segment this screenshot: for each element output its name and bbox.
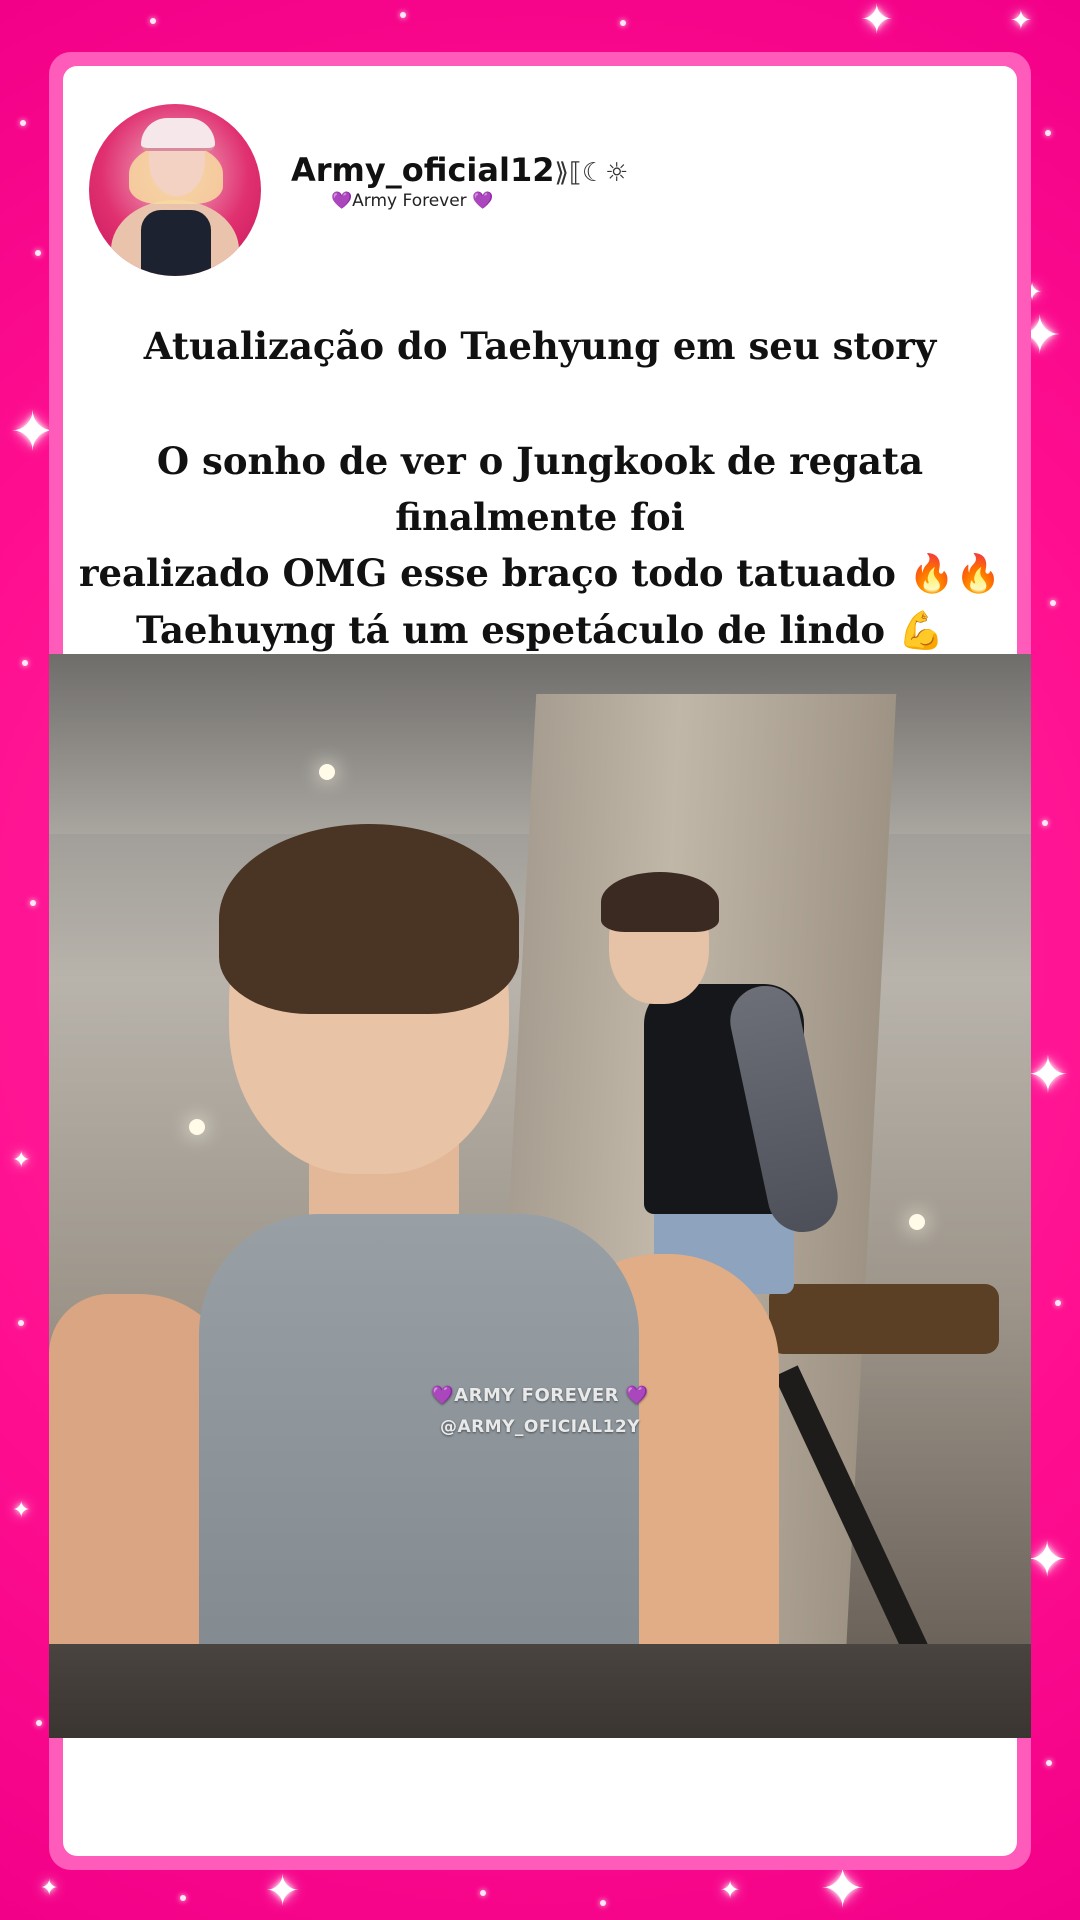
sparkle-dot xyxy=(20,120,26,126)
photo-ceiling-light xyxy=(909,1214,925,1230)
sparkle-dot xyxy=(1046,1760,1052,1766)
sparkle-icon: ✦ xyxy=(1010,6,1032,36)
photo-floor xyxy=(49,1644,1031,1738)
sparkle-icon: ✦ xyxy=(820,1857,866,1920)
sparkle-icon: ✦ xyxy=(860,0,894,43)
sparkle-dot xyxy=(36,1720,42,1726)
sparkle-icon: ✦ xyxy=(12,1498,31,1523)
photo-ceiling-light xyxy=(189,1119,205,1135)
sparkle-dot xyxy=(1045,130,1051,136)
flexed-biceps-icon: 💪 xyxy=(897,609,945,652)
post-photo[interactable] xyxy=(49,654,1031,1738)
post-body-line-text: Taehuyng tá um espetáculo de lindo xyxy=(135,608,886,652)
sparkle-icon: ✦ xyxy=(1027,1532,1068,1588)
sparkle-dot xyxy=(1042,820,1048,826)
username[interactable]: Army_oficial12⟫⟦☾☼ xyxy=(291,151,628,189)
watermark-line-1: 💜ARMY FOREVER 💜 xyxy=(49,1385,1031,1406)
post-body-line: O sonho de ver o Jungkook de regata fina… xyxy=(156,439,924,539)
photo-figure-back-hair xyxy=(601,872,719,932)
sparkle-icon: ✦ xyxy=(12,1148,31,1173)
avatar[interactable] xyxy=(89,104,261,276)
sparkle-dot xyxy=(30,900,36,906)
sparkle-icon: ✦ xyxy=(720,1876,741,1904)
photo-figure-front-hair xyxy=(219,824,519,1014)
sparkle-icon: ✦ xyxy=(1027,1046,1069,1104)
purple-heart-icon: 💜 xyxy=(431,1385,455,1406)
photo-gym-machine xyxy=(769,1284,999,1354)
username-decoration: ⟫⟦☾☼ xyxy=(554,158,629,188)
fire-icon: 🔥🔥 xyxy=(908,552,1002,595)
sparkle-dot xyxy=(22,660,28,666)
sparkle-dot xyxy=(180,1895,186,1901)
sparkle-dot xyxy=(18,1320,24,1326)
sparkle-icon: ✦ xyxy=(40,1876,59,1901)
post-headline: Atualização do Taehyung em seu story xyxy=(143,324,937,368)
sparkle-dot xyxy=(620,20,626,26)
sparkle-dot xyxy=(35,250,41,256)
sparkle-dot xyxy=(1055,1300,1061,1306)
post-body-line-text: realizado OMG esse braço todo tatuado xyxy=(78,551,896,595)
watermark-line-2: @ARMY_OFICIAL12Y xyxy=(439,1417,641,1437)
avatar-bandana xyxy=(141,118,215,151)
sparkle-dot xyxy=(400,12,406,18)
purple-heart-icon: 💜 xyxy=(331,191,353,211)
post-body-line: realizado OMG esse braço todo tatuado 🔥🔥 xyxy=(63,545,1017,602)
profile-bio: 💜Army Forever 💜 xyxy=(331,191,493,211)
bio-text: Army Forever xyxy=(352,191,467,211)
avatar-tank-top xyxy=(141,210,211,276)
photo-ceiling-light xyxy=(319,764,335,780)
purple-heart-icon: 💜 xyxy=(472,191,494,211)
sparkle-dot xyxy=(150,18,156,24)
sparkle-dot xyxy=(480,1890,486,1896)
post-body-line: Taehuyng tá um espetáculo de lindo 💪 xyxy=(63,602,1017,659)
purple-heart-icon: 💜 xyxy=(625,1385,649,1406)
sparkle-dot xyxy=(600,1900,606,1906)
post-body: O sonho de ver o Jungkook de regata fina… xyxy=(63,433,1017,659)
sparkle-icon: ✦ xyxy=(265,1866,301,1915)
watermark-text: ARMY FOREVER xyxy=(454,1385,620,1406)
sparkle-dot xyxy=(1050,600,1056,606)
username-text: Army_oficial12 xyxy=(291,151,555,189)
